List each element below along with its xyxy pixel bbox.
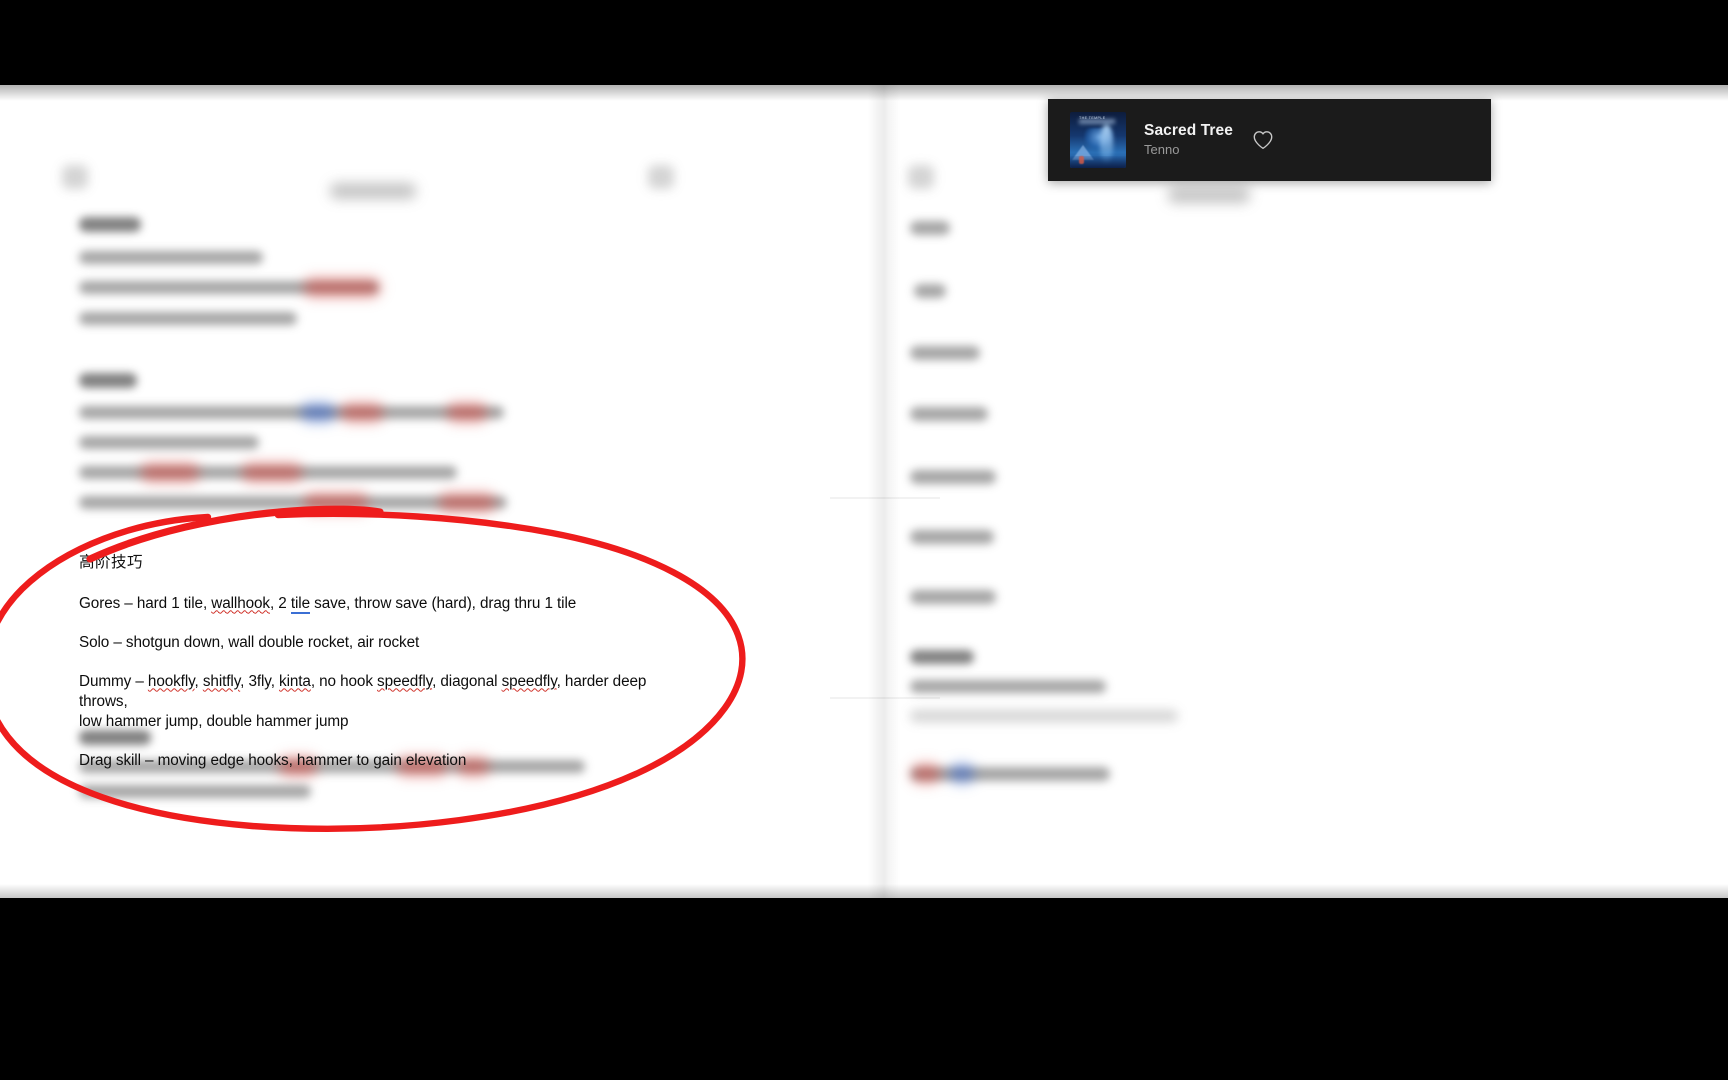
text-run: save, throw save (hard), drag thru 1 til… (310, 594, 577, 612)
text-run: , diagonal (432, 672, 502, 690)
redacted-text-header-icon-left (62, 165, 88, 189)
page-seam (830, 697, 940, 699)
technique-line-list: Gores – hard 1 tile, wallhook, 2 tile sa… (79, 594, 679, 771)
text-run: Dummy – (79, 672, 148, 690)
text-run: , 3fly, (240, 672, 280, 690)
spellcheck-word: wallhook (211, 594, 270, 612)
highlight-red (912, 764, 940, 783)
redacted-text-header-icon-right (648, 165, 674, 189)
technique-line-drag-skill: Drag skill – moving edge hooks, hammer t… (79, 751, 679, 771)
album-art-thumbnail[interactable]: THE TEMPLE (1070, 112, 1126, 168)
track-metadata: Sacred Tree Tenno (1144, 121, 1233, 159)
redacted-text-r-row-7 (910, 590, 996, 604)
section-heading: 高阶技巧 (79, 553, 144, 571)
redacted-text-r-row-11 (910, 764, 1110, 783)
redacted-text-r-title (1168, 187, 1250, 203)
text-run: , 2 (269, 594, 291, 612)
track-title: Sacred Tree (1144, 122, 1233, 139)
redacted-text-s2-row-3 (79, 463, 457, 482)
grammar-word: tile (290, 594, 310, 614)
text-run: Solo – shotgun down, wall double rocket,… (79, 633, 420, 651)
highlight-red (439, 493, 495, 512)
redacted-text-r-row-3 (910, 346, 980, 360)
highlight-blue (301, 403, 335, 422)
track-artist: Tenno (1144, 142, 1180, 157)
redacted-text-r-row-5 (910, 470, 996, 484)
text-run: , no hook (310, 672, 378, 690)
redacted-text-r-row-9 (910, 680, 1106, 693)
like-button[interactable] (1250, 127, 1276, 153)
redacted-text-s1-row-3 (79, 312, 297, 325)
highlight-red (447, 403, 487, 422)
text-run: , (194, 672, 203, 690)
spellcheck-word: kinta (279, 672, 311, 690)
highlight-blue (950, 764, 974, 783)
highlight-red (141, 463, 199, 482)
document-page-left[interactable]: 高阶技巧 Gores – hard 1 tile, wallhook, 2 ti… (0, 85, 872, 898)
highlight-red (341, 403, 383, 422)
redacted-text-r-row-4 (910, 407, 988, 421)
technique-line-gores: Gores – hard 1 tile, wallhook, 2 tile sa… (79, 594, 679, 614)
redacted-text-s1-row-1 (79, 251, 263, 264)
redacted-text-section-2-head (79, 373, 137, 388)
spellcheck-word: shitfly (202, 672, 241, 690)
letterbox-bottom-bar (0, 898, 1728, 1080)
spellcheck-word: hookfly (147, 672, 195, 690)
redacted-text-r-row-8 (910, 650, 974, 664)
technique-line-dummy: Dummy – hookfly, shitfly, 3fly, kinta, n… (79, 672, 679, 732)
advanced-techniques-section[interactable]: 高阶技巧 Gores – hard 1 tile, wallhook, 2 ti… (79, 553, 679, 771)
document-viewport[interactable]: 高阶技巧 Gores – hard 1 tile, wallhook, 2 ti… (0, 85, 1728, 898)
music-notification-card[interactable]: THE TEMPLE Sacred Tree Tenno (1048, 99, 1491, 181)
redacted-text-r-row-1 (910, 221, 950, 235)
letterbox-top-bar (0, 0, 1728, 85)
redacted-text-section-1-head (79, 217, 141, 232)
redacted-text-r-row-10 (910, 710, 1178, 722)
redacted-text-s1-row-2 (79, 278, 380, 297)
album-art-figure (1079, 156, 1084, 164)
highlight-red (242, 463, 302, 482)
text-run: Gores – hard 1 tile, (79, 594, 212, 612)
spellcheck-word: speedfly (377, 672, 433, 690)
heart-outline-icon (1253, 131, 1273, 150)
highlight-red (304, 278, 380, 297)
redacted-text-s3-row-2 (79, 785, 311, 798)
document-page-right[interactable] (896, 85, 1728, 898)
screen: 高阶技巧 Gores – hard 1 tile, wallhook, 2 ti… (0, 0, 1728, 1080)
page-gutter-divider (868, 85, 900, 898)
page-seam (830, 497, 940, 499)
highlight-red (304, 493, 368, 512)
album-art-sky (1079, 119, 1115, 124)
redacted-text-r-row-2 (914, 284, 946, 298)
redacted-text-page-title (330, 183, 416, 199)
redacted-text-r-row-6 (910, 530, 994, 544)
redacted-text-s2-row-4 (79, 493, 507, 512)
technique-line-solo: Solo – shotgun down, wall double rocket,… (79, 633, 679, 653)
spellcheck-word: speedfly (501, 672, 557, 690)
redacted-text-s2-row-1 (79, 403, 504, 422)
text-run: Drag skill – moving edge hooks, hammer t… (79, 751, 467, 769)
redacted-text-r-header-icon (908, 165, 934, 189)
redacted-text-s2-row-2 (79, 436, 259, 449)
